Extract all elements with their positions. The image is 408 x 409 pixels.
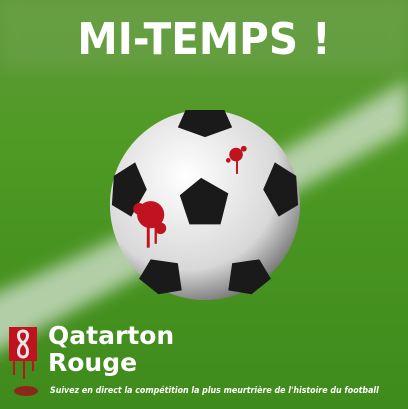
brand-line-2: Rouge — [48, 348, 138, 377]
page-title: MI-TEMPS ! — [77, 14, 331, 65]
brand-name: Qatarton Rouge — [48, 322, 174, 376]
blood-drip-icon — [13, 361, 38, 396]
brand-line-1: Qatarton — [48, 321, 175, 350]
brand-logo — [9, 327, 37, 361]
soccer-ball-icon — [109, 109, 301, 301]
tagline: Suivez en direct la compétition la plus … — [50, 385, 379, 396]
trophy-icon — [17, 329, 29, 359]
